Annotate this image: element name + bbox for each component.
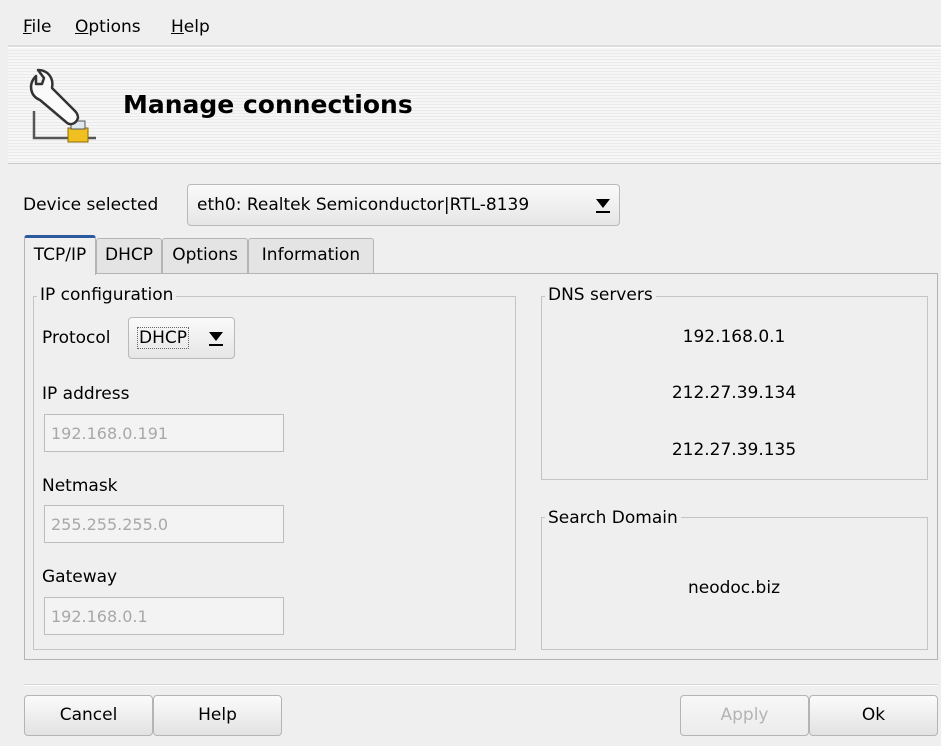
bottom-separator: [24, 684, 938, 686]
netmask-label: Netmask: [42, 476, 118, 496]
menu-bar: File Options Help: [8, 7, 941, 45]
tab-dhcp-label: DHCP: [105, 245, 153, 265]
protocol-select-value: DHCP: [137, 327, 189, 349]
menu-options[interactable]: Options: [75, 17, 141, 37]
ip-address-label: IP address: [42, 384, 130, 404]
menu-help-label: elp: [183, 17, 210, 37]
search-domain-value: neodoc.biz: [687, 578, 780, 598]
menu-options-mnemonic: O: [75, 17, 89, 37]
dns-server-2: 212.27.39.134: [671, 383, 797, 403]
menu-file[interactable]: File: [23, 17, 51, 37]
dns-server-3: 212.27.39.135: [671, 440, 797, 460]
ip-address-field[interactable]: 192.168.0.191: [44, 414, 284, 452]
menu-options-label: ptions: [88, 17, 141, 37]
dns-servers-title: DNS servers: [545, 285, 656, 305]
search-domain-title: Search Domain: [545, 508, 681, 528]
protocol-select[interactable]: DHCP: [128, 317, 235, 359]
wrench-network-icon: [26, 66, 104, 146]
gateway-label: Gateway: [42, 567, 118, 587]
tab-information-label: Information: [261, 245, 361, 265]
tab-options-label: Options: [172, 245, 238, 265]
tab-options[interactable]: Options: [162, 238, 248, 274]
menu-file-mnemonic: F: [23, 17, 32, 37]
tab-information[interactable]: Information: [248, 238, 374, 274]
tab-dhcp[interactable]: DHCP: [96, 238, 162, 274]
ok-button[interactable]: Ok: [809, 695, 938, 736]
gateway-field[interactable]: 192.168.0.1: [44, 597, 284, 635]
tab-tcpip-label: TCP/IP: [33, 245, 87, 265]
ip-configuration-title: IP configuration: [37, 285, 177, 305]
device-select-value: eth0: Realtek Semiconductor|RTL-8139: [197, 195, 530, 215]
netmask-field[interactable]: 255.255.255.0: [44, 505, 284, 543]
menu-help[interactable]: Help: [171, 17, 210, 37]
menu-file-label: ile: [31, 17, 52, 37]
apply-button[interactable]: Apply: [680, 695, 809, 736]
tab-tcpip[interactable]: TCP/IP: [24, 235, 96, 275]
cancel-button[interactable]: Cancel: [24, 695, 153, 736]
device-label: Device selected: [23, 195, 159, 215]
protocol-label: Protocol: [42, 328, 111, 348]
page-title: Manage connections: [123, 90, 413, 119]
menu-help-mnemonic: H: [171, 17, 184, 37]
device-select[interactable]: eth0: Realtek Semiconductor|RTL-8139: [187, 184, 620, 226]
dns-server-1: 192.168.0.1: [682, 327, 786, 347]
help-button[interactable]: Help: [153, 695, 282, 736]
